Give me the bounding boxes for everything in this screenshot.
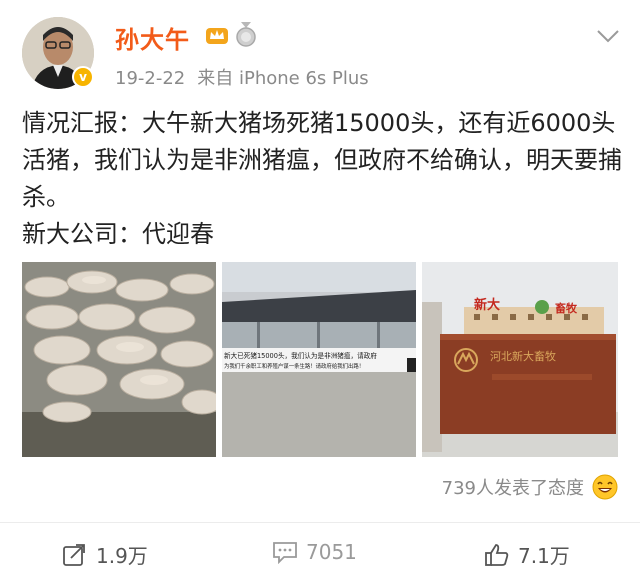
post-text: 情况汇报：大午新大猪场死猪15000头，还有近6000头活猪，我们认为是非洲猪瘟…: [22, 105, 622, 253]
action-bar-divider: [0, 522, 640, 523]
reactions-text: 739人发表了态度: [441, 478, 584, 499]
banner-text-2: 为我们千余职工和养殖户谋一条生路！请政府给我们出路！: [224, 362, 364, 370]
comment-count: 7051: [306, 540, 357, 564]
post-text-line: 情况汇报：大午新大猪场死猪15000头，还有近6000头活猪，我们认为是非洲猪瘟…: [22, 109, 622, 211]
laughing-emoji-icon: [592, 474, 618, 500]
post-image-dead-pigs[interactable]: [22, 262, 216, 457]
verified-badge-icon: v: [72, 66, 94, 88]
like-count: 7.1万: [518, 544, 570, 568]
medal-icon[interactable]: [236, 22, 256, 48]
roof-sign-1: 新大: [474, 297, 500, 313]
author-name[interactable]: 孙大午: [115, 20, 190, 55]
post-text-line: 新大公司：代迎春: [22, 220, 214, 248]
comment-button[interactable]: 7051: [272, 540, 357, 564]
roof-sign-2: 畜牧: [555, 301, 578, 315]
thumbs-up-icon: [485, 543, 509, 566]
post-meta: 19-2-22 来自 iPhone 6s Plus: [115, 64, 369, 90]
post-date: 19-2-22: [115, 68, 186, 89]
reactions-summary[interactable]: 739人发表了态度: [442, 474, 618, 500]
comment-icon: [273, 542, 297, 564]
banner-text-1: 新大已死猪15000头，我们认为是非洲猪瘟，请政府: [224, 351, 377, 360]
like-button[interactable]: 7.1万: [484, 540, 570, 569]
repost-icon: [63, 543, 85, 566]
weibo-post: v 孙大午 19-2-22 来自 iPhone 6s Plus 情况汇报：大午新大…: [0, 0, 640, 587]
chevron-down-icon[interactable]: [596, 28, 620, 44]
post-image-company-gate[interactable]: 新大 畜牧 河北新大畜牧: [422, 262, 618, 457]
repost-count: 1.9万: [96, 544, 148, 568]
vip-crown-icon[interactable]: [205, 24, 229, 46]
wall-sign: 河北新大畜牧: [490, 349, 556, 363]
post-image-banner[interactable]: 新大已死猪15000头，我们认为是非洲猪瘟，请政府 为我们千余职工和养殖户谋一条…: [222, 262, 416, 457]
repost-button[interactable]: 1.9万: [62, 540, 148, 569]
post-source: 来自 iPhone 6s Plus: [197, 68, 369, 89]
